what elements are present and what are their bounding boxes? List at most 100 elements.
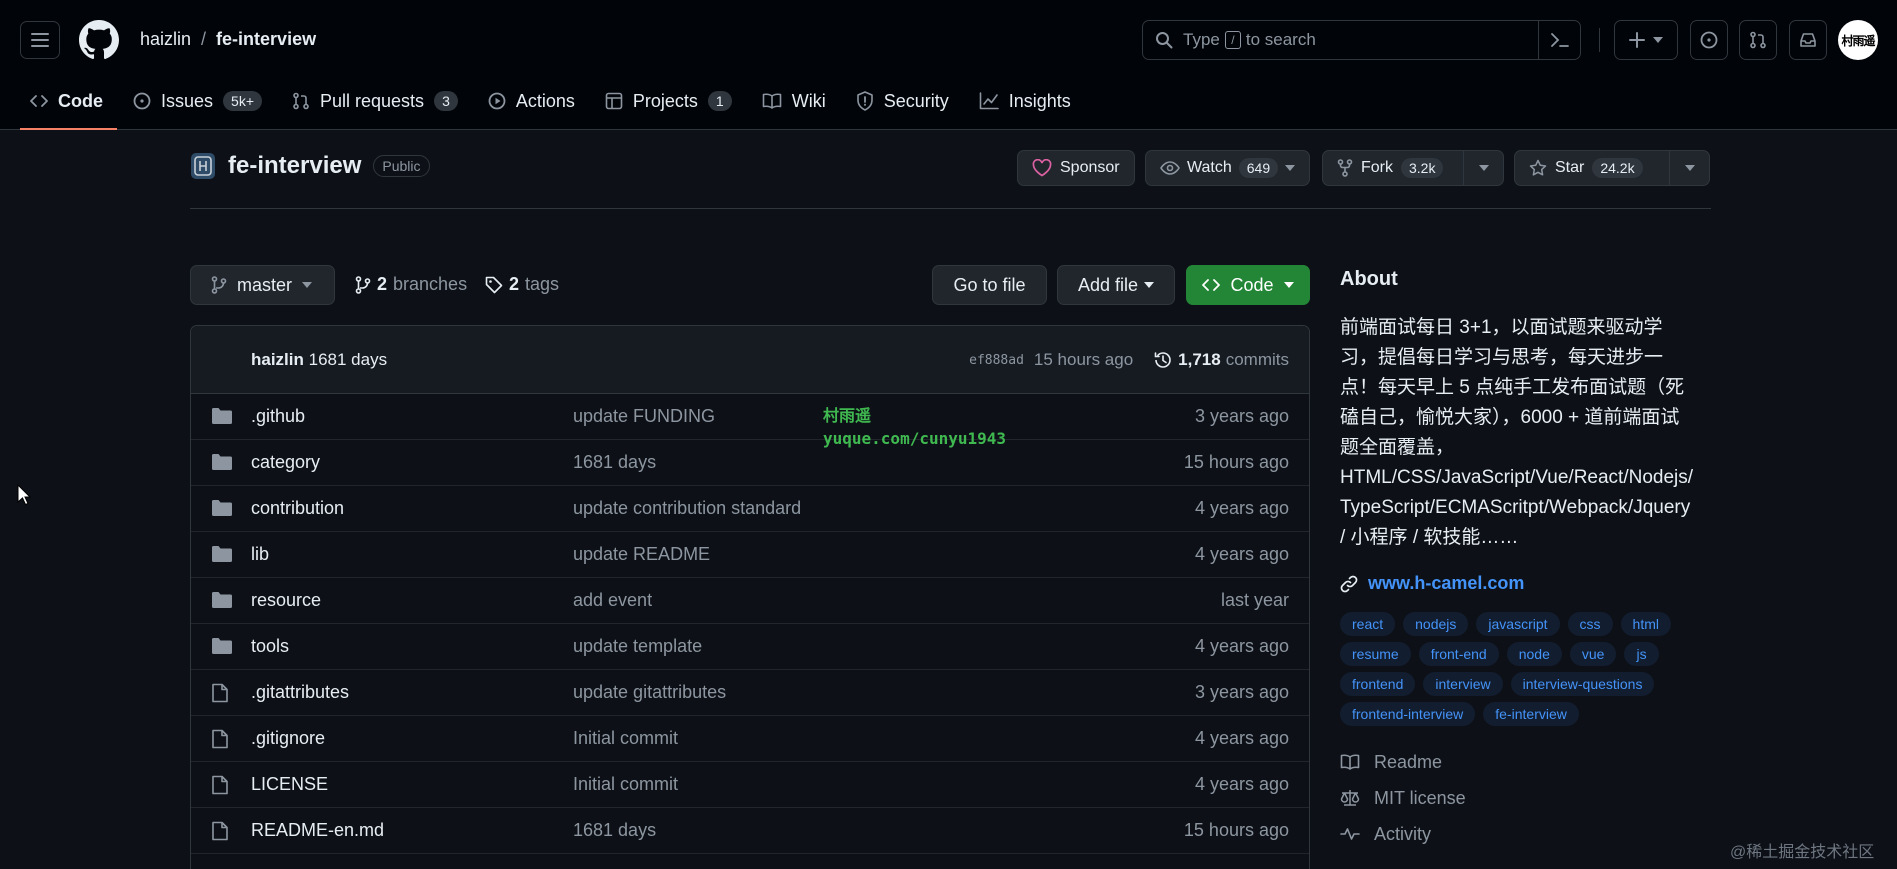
topic-tag[interactable]: js bbox=[1624, 642, 1659, 666]
repo-link[interactable]: fe-interview bbox=[216, 29, 316, 50]
file-name[interactable]: .gitattributes bbox=[251, 682, 349, 703]
tab-wiki[interactable]: Wiki bbox=[760, 86, 840, 116]
file-commit-message[interactable]: 1681 days bbox=[573, 452, 656, 473]
file-name[interactable]: .github bbox=[251, 406, 305, 427]
file-commit-message[interactable]: update template bbox=[573, 636, 702, 657]
file-name[interactable]: resource bbox=[251, 590, 321, 611]
star-dropdown[interactable] bbox=[1669, 151, 1709, 185]
watch-button[interactable]: Watch 649 bbox=[1145, 150, 1310, 186]
topic-tag[interactable]: front-end bbox=[1418, 642, 1499, 666]
file-row[interactable]: .gitattributes update gitattributes 3 ye… bbox=[191, 670, 1309, 716]
issue-icon bbox=[133, 92, 151, 110]
file-name[interactable]: README-en.md bbox=[251, 820, 384, 841]
commit-message[interactable]: 1681 days bbox=[309, 350, 387, 369]
tab-insights[interactable]: Insights bbox=[977, 86, 1085, 116]
activity-link[interactable]: Activity bbox=[1340, 816, 1720, 852]
commits-count: 1,718 bbox=[1178, 350, 1221, 369]
heart-icon bbox=[1032, 159, 1052, 177]
topic-tag[interactable]: interview-questions bbox=[1510, 672, 1655, 696]
add-file-button[interactable]: Add file bbox=[1057, 265, 1175, 305]
topic-tag[interactable]: frontend bbox=[1340, 672, 1416, 696]
file-row[interactable]: contribution update contribution standar… bbox=[191, 486, 1309, 532]
topic-tag[interactable]: react bbox=[1340, 612, 1396, 636]
sponsor-button[interactable]: Sponsor bbox=[1017, 150, 1135, 186]
commit-sha[interactable]: ef888ad bbox=[969, 353, 1024, 368]
create-new-button[interactable] bbox=[1614, 20, 1678, 60]
file-commit-message[interactable]: update README bbox=[573, 544, 710, 565]
file-row[interactable]: tools update template 4 years ago bbox=[191, 624, 1309, 670]
menu-button[interactable] bbox=[20, 21, 60, 59]
star-button[interactable]: Star 24.2k bbox=[1514, 150, 1710, 186]
file-commit-message[interactable]: update contribution standard bbox=[573, 498, 801, 519]
tab-issues[interactable]: Issues 5k+ bbox=[131, 86, 276, 116]
topic-tag[interactable]: vue bbox=[1569, 642, 1617, 666]
commits-link[interactable]: 1,718 commits bbox=[1153, 350, 1289, 370]
tab-pull-requests[interactable]: Pull requests 3 bbox=[290, 86, 472, 116]
readme-link[interactable]: Readme bbox=[1340, 744, 1720, 780]
terminal-icon bbox=[1550, 33, 1569, 47]
topic-tag[interactable]: html bbox=[1620, 612, 1671, 636]
file-row[interactable]: .github update FUNDING 3 years ago bbox=[191, 394, 1309, 440]
file-date: last year bbox=[1220, 590, 1289, 610]
inbox-button[interactable] bbox=[1789, 20, 1827, 60]
file-commit-message[interactable]: update FUNDING bbox=[573, 406, 715, 427]
branch-selector[interactable]: master bbox=[190, 265, 335, 305]
file-commit-message[interactable]: 1681 days bbox=[573, 820, 656, 841]
tab-label: Security bbox=[883, 90, 949, 111]
github-logo-icon[interactable] bbox=[79, 20, 119, 60]
tags-link[interactable]: 2 tags bbox=[485, 274, 559, 295]
topic-tag[interactable]: css bbox=[1567, 612, 1613, 636]
file-commit-message[interactable]: update gitattributes bbox=[573, 682, 726, 703]
file-name[interactable]: LICENSE bbox=[251, 774, 328, 795]
git-branch-icon bbox=[355, 275, 371, 294]
topic-tag[interactable]: interview bbox=[1423, 672, 1503, 696]
topic-tag[interactable]: fe-interview bbox=[1483, 702, 1579, 726]
table-icon bbox=[605, 92, 623, 110]
pull-requests-button[interactable] bbox=[1739, 20, 1777, 60]
file-commit-message[interactable]: add event bbox=[573, 590, 652, 611]
topic-tag[interactable]: frontend-interview bbox=[1340, 702, 1476, 726]
license-link[interactable]: MIT license bbox=[1340, 780, 1720, 816]
law-icon bbox=[1340, 790, 1360, 806]
branches-link[interactable]: 2 branches bbox=[355, 274, 467, 295]
tab-code[interactable]: Code bbox=[20, 86, 117, 130]
plus-icon bbox=[1629, 32, 1645, 48]
file-name[interactable]: category bbox=[251, 452, 320, 473]
owner-link[interactable]: haizlin bbox=[140, 29, 191, 50]
tab-security[interactable]: Security bbox=[854, 86, 963, 116]
fork-count: 3.2k bbox=[1401, 158, 1444, 178]
topic-tag[interactable]: nodejs bbox=[1403, 612, 1469, 636]
user-avatar[interactable]: 村雨遥 bbox=[1838, 20, 1878, 60]
file-row[interactable]: category 1681 days 15 hours ago bbox=[191, 440, 1309, 486]
file-commit-message[interactable]: Initial commit bbox=[573, 728, 678, 749]
issues-button[interactable] bbox=[1690, 20, 1728, 60]
file-row[interactable]: LICENSE Initial commit 4 years ago bbox=[191, 762, 1309, 808]
file-name[interactable]: lib bbox=[251, 544, 269, 565]
commit-author[interactable]: haizlin bbox=[251, 350, 304, 369]
command-palette-button[interactable] bbox=[1538, 21, 1580, 59]
file-commit-message[interactable]: Initial commit bbox=[573, 774, 678, 795]
go-to-file-button[interactable]: Go to file bbox=[932, 265, 1047, 305]
file-row[interactable]: lib update README 4 years ago bbox=[191, 532, 1309, 578]
fork-button[interactable]: Fork 3.2k bbox=[1322, 150, 1504, 186]
watermark-url: yuque.com/cunyu1943 bbox=[823, 429, 1007, 448]
topic-tag[interactable]: node bbox=[1506, 642, 1562, 666]
code-download-button[interactable]: Code bbox=[1186, 265, 1310, 305]
repo-name[interactable]: fe-interview bbox=[228, 152, 361, 180]
fork-dropdown[interactable] bbox=[1463, 151, 1503, 185]
file-name[interactable]: contribution bbox=[251, 498, 344, 519]
file-table: haizlin 1681 days ef888ad 15 hours ago 1… bbox=[190, 325, 1310, 869]
tab-projects[interactable]: Projects 1 bbox=[603, 86, 746, 116]
file-row[interactable]: README-en.md 1681 days 15 hours ago bbox=[191, 808, 1309, 854]
file-name[interactable]: .gitignore bbox=[251, 728, 325, 749]
website-link[interactable]: www.h-camel.com bbox=[1340, 573, 1720, 594]
git-pull-request-icon bbox=[1750, 31, 1766, 49]
file-row[interactable]: .gitignore Initial commit 4 years ago bbox=[191, 716, 1309, 762]
search-icon bbox=[1156, 32, 1173, 49]
topic-tag[interactable]: resume bbox=[1340, 642, 1411, 666]
topic-tag[interactable]: javascript bbox=[1476, 612, 1560, 636]
search-input[interactable]: Type / to search bbox=[1142, 20, 1581, 60]
tab-actions[interactable]: Actions bbox=[486, 86, 589, 116]
file-row[interactable]: resource add event last year bbox=[191, 578, 1309, 624]
file-name[interactable]: tools bbox=[251, 636, 289, 657]
